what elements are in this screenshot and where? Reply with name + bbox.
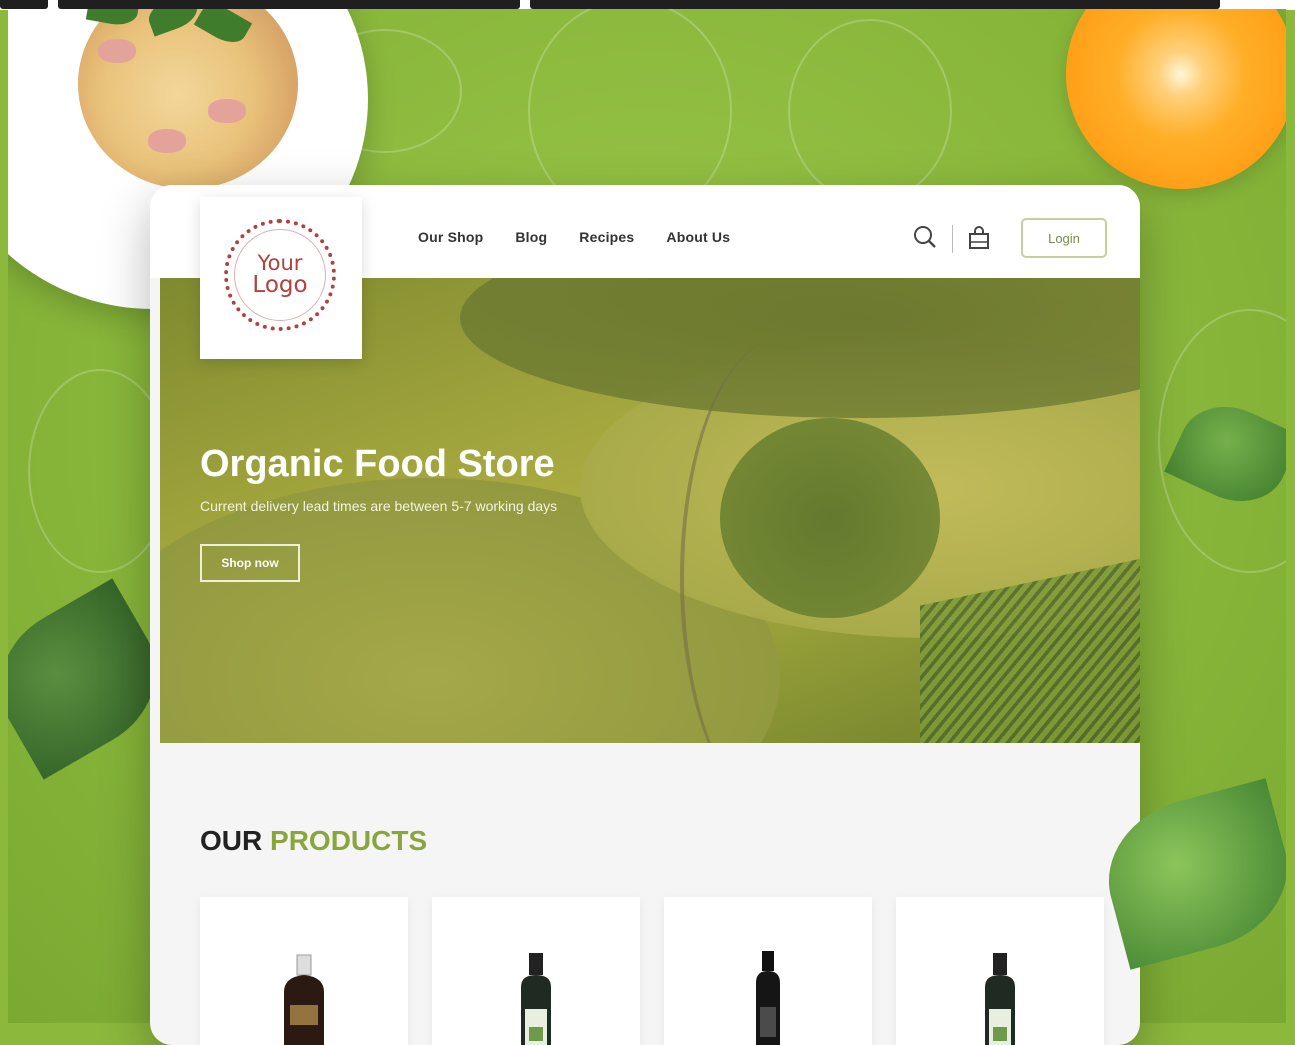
bottle-image	[756, 951, 780, 1045]
sketch-decoration	[788, 19, 952, 203]
shopping-bag-icon[interactable]	[968, 226, 990, 250]
hero-title: Organic Food Store	[200, 443, 555, 485]
header-divider	[952, 225, 953, 253]
logo-text-line1: Your	[257, 251, 303, 275]
nav-item-recipes[interactable]: Recipes	[579, 229, 634, 245]
main-nav: Our Shop Blog Recipes About Us	[418, 229, 730, 245]
hero-subtitle: Current delivery lead times are between …	[200, 498, 558, 514]
orange-slice-image	[1066, 9, 1286, 189]
bottle-image	[284, 954, 324, 1045]
logo-inner: Your Logo	[234, 229, 326, 321]
hero-trees	[720, 418, 940, 618]
pasta-image	[78, 9, 298, 189]
website-mockup: Your Logo Our Shop Blog Recipes About Us…	[150, 185, 1140, 1045]
logo-text-line2: Logo	[252, 272, 308, 298]
shop-now-button[interactable]: Shop now	[200, 544, 300, 582]
site-header: Your Logo Our Shop Blog Recipes About Us…	[150, 185, 1140, 359]
top-strip-block	[58, 0, 520, 9]
products-heading-part2: PRODUCTS	[270, 825, 428, 856]
nav-item-blog[interactable]: Blog	[515, 229, 547, 245]
login-button[interactable]: Login	[1021, 218, 1107, 258]
search-icon[interactable]	[913, 225, 937, 249]
nav-item-our-shop[interactable]: Our Shop	[418, 229, 483, 245]
top-strip-block	[530, 0, 1220, 9]
top-strip-block	[0, 0, 48, 9]
products-heading: OUR PRODUCTS	[200, 825, 427, 857]
nav-item-about-us[interactable]: About Us	[666, 229, 730, 245]
bottle-image	[985, 953, 1015, 1045]
logo[interactable]: Your Logo	[200, 197, 362, 359]
logo-badge: Your Logo	[224, 219, 336, 331]
products-heading-part1: OUR	[200, 825, 263, 856]
bottle-image	[521, 953, 551, 1045]
